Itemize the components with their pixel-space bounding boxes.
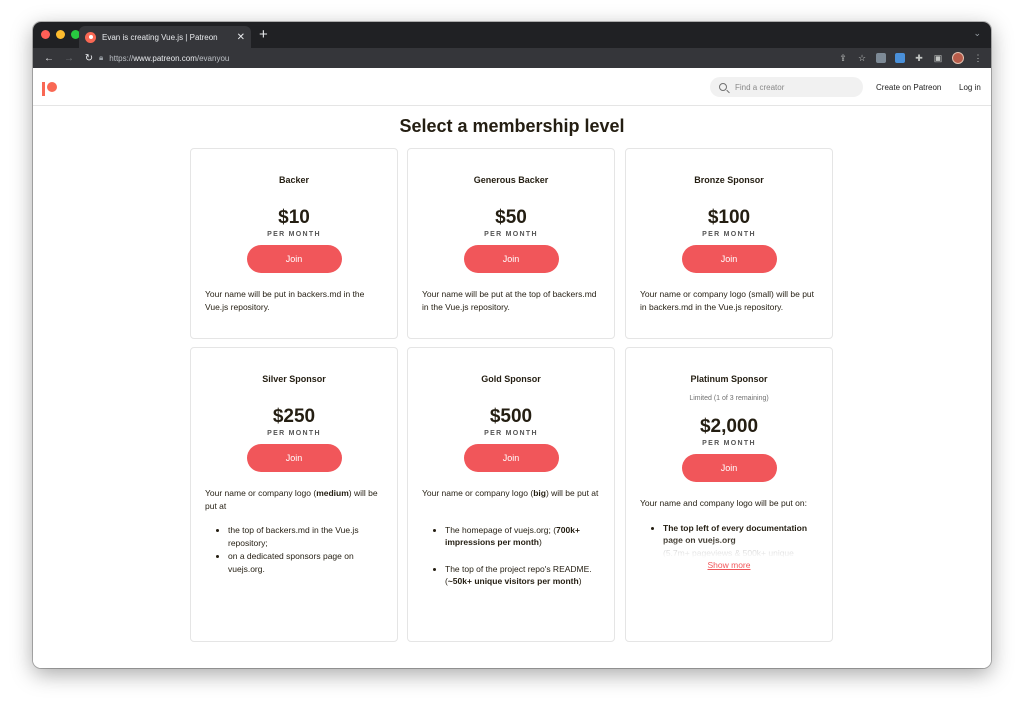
browser-toolbar: ← → ↻ 🔒︎ https://www.patreon.com/evanyou… [33,48,991,68]
toolbar-actions: ⇪ ☆ ✚ ▣ ⋮ [838,48,983,68]
browser-tab[interactable]: Evan is creating Vue.js | Patreon ✕ [79,26,251,48]
tier-description: Your name or company logo (medium) will … [205,487,383,512]
tier-price: $2,000 [699,416,759,437]
window-controls [41,30,80,39]
tier-price: $10 [278,207,310,228]
translate-extension-icon[interactable] [895,53,905,63]
tier-period: PER MONTH [267,231,321,238]
join-button[interactable]: Join [463,444,559,472]
browser-window: Evan is creating Vue.js | Patreon ✕ + ⌄ … [33,22,991,668]
benefit-faded: (5.7m+ pageviews & 500k+ unique [663,547,794,558]
show-more-link[interactable]: Show more [626,560,832,570]
url-domain: www.patreon.com [133,53,197,63]
url-scheme: https:// [109,53,134,63]
tier-description: Your name will be put in backers.md in t… [205,289,365,312]
site-header: Create on Patreon Log in [33,68,991,106]
side-panel-icon[interactable]: ▣ [933,53,943,64]
faded-content: The top left of every documentation page… [663,522,818,558]
login-link[interactable]: Log in [959,83,981,92]
tier-card-platinum-sponsor: Platinum Sponsor Limited (1 of 3 remaini… [625,347,833,642]
new-tab-button[interactable]: + [259,26,268,44]
desc-bold: big [533,488,546,498]
reload-icon[interactable]: ↻ [79,53,99,64]
join-button[interactable]: Join [463,245,559,273]
search-icon [719,83,727,91]
desc-text: ) will be put at [545,488,599,498]
tier-name: Silver Sponsor [262,374,326,384]
tier-price: $500 [489,406,533,427]
benefit-bold: The top left of every documentation page… [663,522,808,546]
join-button[interactable]: Join [681,454,777,482]
list-item: The top left of every documentation page… [663,522,818,558]
tier-card-generous-backer: Generous Backer $50 PER MONTH Join Your … [407,148,615,339]
tier-period: PER MONTH [267,430,321,437]
join-button[interactable]: Join [246,444,342,472]
tier-card-silver-sponsor: Silver Sponsor $250 PER MONTH Join Your … [190,347,398,642]
tier-price: $250 [272,406,316,427]
create-on-patreon-link[interactable]: Create on Patreon [876,83,941,92]
benefit-list: The homepage of vuejs.org; (700k+ impres… [445,524,600,588]
bookmark-star-icon[interactable]: ☆ [857,53,867,64]
close-window-button[interactable] [41,30,50,39]
tab-title: Evan is creating Vue.js | Patreon [102,32,218,42]
tier-period: PER MONTH [484,430,538,437]
lock-icon: 🔒︎ [99,53,104,62]
share-icon[interactable]: ⇪ [838,53,848,64]
patreon-favicon-icon [85,31,96,43]
extension-icon[interactable] [876,53,886,63]
forward-arrow-icon[interactable]: → [59,53,79,64]
minimize-window-button[interactable] [56,30,65,39]
close-tab-icon[interactable]: ✕ [237,32,245,43]
url-text: https://www.patreon.com/evanyou [109,54,229,63]
creator-search[interactable] [710,77,863,97]
tier-name: Bronze Sponsor [694,175,764,185]
tier-name: Gold Sponsor [481,374,541,384]
tier-description: Your name and company logo will be put o… [640,498,807,508]
desc-text: Your name or company logo ( [205,488,317,498]
tier-description: Your name or company logo (big) will be … [422,487,600,500]
join-button[interactable]: Join [246,245,342,273]
tier-card-backer: Backer $10 PER MONTH Join Your name will… [190,148,398,339]
patreon-logo-icon[interactable] [42,82,58,96]
tier-card-bronze-sponsor: Bronze Sponsor $100 PER MONTH Join Your … [625,148,833,339]
tier-price: $100 [707,207,751,228]
tier-name: Backer [278,175,310,185]
tier-period: PER MONTH [702,231,756,238]
tier-description: Your name will be put at the top of back… [422,289,597,312]
tab-search-chevron-icon[interactable]: ⌄ [973,28,981,39]
list-item: The homepage of vuejs.org; (700k+ impres… [445,524,600,549]
join-button[interactable]: Join [681,245,777,273]
tier-name: Platinum Sponsor [690,374,768,384]
page-title: Select a membership level [399,116,625,136]
tier-price: $50 [495,207,527,228]
benefit-list: the top of backers.md in the Vue.js repo… [228,524,383,575]
extensions-puzzle-icon[interactable]: ✚ [914,53,924,64]
list-item: The top of the project repo's README. (~… [445,563,600,588]
benefit-list: The top left of every documentation page… [663,522,818,558]
tier-card-gold-sponsor: Gold Sponsor $500 PER MONTH Join Your na… [407,347,615,642]
tier-period: PER MONTH [702,440,756,447]
tier-name: Generous Backer [473,175,549,185]
list-item: on a dedicated sponsors page on vuejs.or… [228,550,383,575]
more-menu-icon[interactable]: ⋮ [973,53,983,64]
desc-bold: medium [316,488,349,498]
tier-period: PER MONTH [484,231,538,238]
profile-avatar[interactable] [952,52,964,64]
list-item: the top of backers.md in the Vue.js repo… [228,524,383,549]
desc-text: Your name or company logo ( [422,488,534,498]
back-arrow-icon[interactable]: ← [39,53,59,64]
tier-description: Your name or company logo (small) will b… [640,289,815,312]
page-content: Create on Patreon Log in Select a member… [33,68,991,668]
search-input[interactable] [735,82,845,92]
tier-limited-badge: Limited (1 of 3 remaining) [689,395,769,402]
tab-strip: Evan is creating Vue.js | Patreon ✕ + ⌄ [33,22,991,48]
url-path: /evanyou [196,53,230,63]
